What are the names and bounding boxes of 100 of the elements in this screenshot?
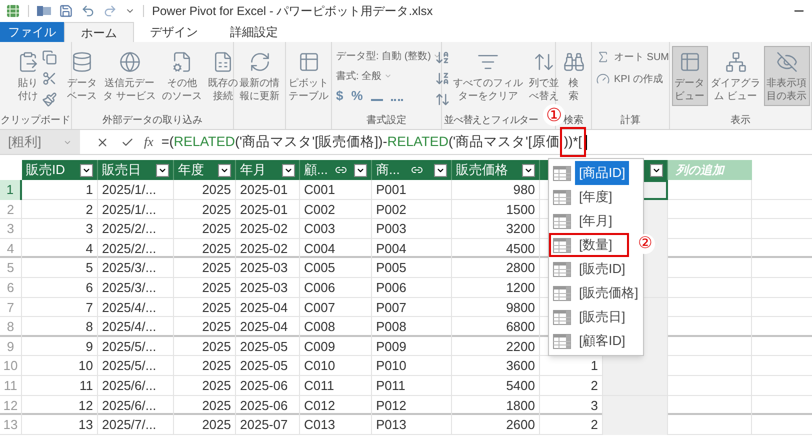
row-number[interactable]: 3 — [0, 219, 22, 239]
column-header[interactable]: 顧... — [300, 160, 372, 180]
autocomplete-item[interactable]: [顧客ID] — [549, 329, 643, 353]
calculated-cell[interactable] — [603, 376, 668, 396]
ribbon-button[interactable]: 送信元デー タ サービス — [100, 46, 159, 106]
sort-descending-icon[interactable] — [435, 71, 450, 86]
row-number[interactable]: 8 — [0, 317, 22, 337]
ribbon-button[interactable]: すべてのフィル ターをクリア — [450, 46, 526, 106]
row-number[interactable]: 1 — [0, 180, 22, 200]
filter-button[interactable] — [434, 164, 447, 176]
table-cell: 2800 — [452, 258, 540, 278]
table-cell: 1200 — [452, 278, 540, 298]
caret-icon — [433, 52, 441, 60]
ribbon-button[interactable]: 列で並 べ替え — [526, 46, 562, 106]
column-header[interactable]: 商... — [372, 160, 452, 180]
check-icon[interactable] — [121, 136, 134, 148]
table-cell: 9800 — [452, 298, 540, 318]
ribbon-tab[interactable]: デザイン — [134, 22, 214, 42]
save-icon[interactable] — [59, 4, 73, 18]
ribbon-button[interactable]: 検 索 — [560, 46, 588, 106]
ribbon-button[interactable]: その他 のソース — [158, 46, 205, 106]
format-button[interactable]: % — [351, 86, 363, 106]
row-number[interactable]: 7 — [0, 298, 22, 318]
ribbon-button[interactable]: オート SUM — [596, 46, 669, 68]
table-cell: P009 — [372, 336, 452, 356]
calculated-cell[interactable] — [603, 415, 668, 435]
table-cell: 2025-01 — [236, 200, 300, 220]
calculated-cell[interactable] — [603, 356, 668, 376]
filter-button[interactable] — [282, 164, 295, 176]
table-cell: 9 — [22, 336, 98, 356]
ribbon-button[interactable]: データ ベース — [64, 46, 100, 106]
format-dropdown[interactable]: データ型: 自動 (整数) — [336, 46, 441, 66]
format-dropdown[interactable]: 書式: 全般 — [336, 66, 392, 86]
filter-button[interactable] — [522, 164, 535, 176]
ribbon-tab[interactable]: 詳細設定 — [214, 22, 294, 42]
table-cell: 2025-05 — [236, 336, 300, 356]
filter-button[interactable] — [354, 164, 367, 176]
column-header[interactable]: 販売価格 — [452, 160, 540, 180]
autocomplete-item[interactable]: [年度] — [549, 185, 643, 209]
row-number[interactable]: 13 — [0, 415, 22, 435]
ribbon-button[interactable]: 貼り 付け — [14, 46, 42, 106]
scissors-icon[interactable] — [42, 71, 57, 86]
ribbon-button[interactable]: KPI の作成 — [596, 68, 663, 90]
row-number[interactable]: 11 — [0, 376, 22, 396]
table-cell: 2025 — [174, 278, 236, 298]
filter-button[interactable] — [80, 164, 93, 176]
table-cell: 2025-07 — [236, 415, 300, 435]
table-cell: 2025 — [174, 396, 236, 416]
workbook-icon[interactable] — [37, 5, 51, 17]
table-cell: P008 — [372, 317, 452, 337]
row-number[interactable]: 9 — [0, 336, 22, 356]
sort-clear-icon[interactable] — [435, 92, 450, 107]
ribbon-button[interactable]: ピボット テーブル — [286, 46, 332, 106]
ribbon-tab[interactable]: ファイル — [0, 22, 64, 42]
autocomplete-item[interactable]: [年月] — [549, 209, 643, 233]
table-icon — [553, 190, 571, 204]
ribbon-button[interactable]: 非表示項 目の表示 — [764, 46, 810, 106]
column-header[interactable]: 年月 — [236, 160, 300, 180]
table-cell: C002 — [300, 200, 372, 220]
table-cell: 3200 — [452, 219, 540, 239]
name-box[interactable]: [粗利] — [0, 130, 80, 154]
table-cell: 2025-04 — [236, 317, 300, 337]
format-button[interactable]: $ — [336, 86, 344, 106]
table-cell: 2025-04 — [236, 298, 300, 318]
brush-icon[interactable] — [42, 92, 57, 107]
close-icon[interactable] — [96, 136, 109, 148]
table-cell: 2025-05 — [236, 356, 300, 376]
ribbon-button[interactable]: データ ビュー — [672, 46, 708, 106]
autocomplete-item[interactable]: [販売日] — [549, 305, 643, 329]
column-header[interactable]: 年度 — [174, 160, 236, 180]
row-number[interactable]: 6 — [0, 278, 22, 298]
ribbon-tab[interactable]: ホーム — [64, 22, 134, 42]
group-label: 書式設定 — [366, 114, 406, 128]
row-number[interactable]: 4 — [0, 238, 22, 258]
calculated-cell[interactable] — [603, 396, 668, 416]
redo-icon[interactable] — [103, 4, 117, 18]
table-cell: C005 — [300, 258, 372, 278]
undo-icon[interactable] — [81, 4, 95, 18]
filter-button[interactable] — [156, 164, 169, 176]
autocomplete-item[interactable]: [販売ID] — [549, 257, 643, 281]
group-label: 並べ替えとフィルター — [444, 114, 538, 128]
filter-button[interactable] — [218, 164, 231, 176]
row-number[interactable]: 2 — [0, 200, 22, 220]
table-cell: C004 — [300, 238, 372, 258]
table-cell: P012 — [372, 396, 452, 416]
row-number[interactable]: 5 — [0, 258, 22, 278]
row-number[interactable]: 10 — [0, 356, 22, 376]
column-header[interactable]: 販売日 — [98, 160, 174, 180]
ribbon-button[interactable]: ダイアグラ ム ビュー — [708, 46, 764, 106]
formula-field[interactable]: =(RELATED('商品マスタ'[販売価格])-RELATED('商品マスタ'[原価 ))*[ — [161, 130, 587, 154]
row-number[interactable]: 12 — [0, 396, 22, 416]
table-cell: 2025 — [174, 415, 236, 435]
sort-ascending-icon[interactable] — [435, 50, 450, 65]
autocomplete-item[interactable]: [販売価格] — [549, 281, 643, 305]
table-cell: 2025-02 — [236, 238, 300, 258]
copy-icon[interactable] — [42, 50, 57, 65]
function-button[interactable]: fx — [144, 132, 154, 152]
column-header[interactable]: 販売ID — [22, 160, 98, 180]
group-label: 外部データの取り込み — [102, 114, 202, 128]
filter-button[interactable] — [650, 164, 663, 176]
